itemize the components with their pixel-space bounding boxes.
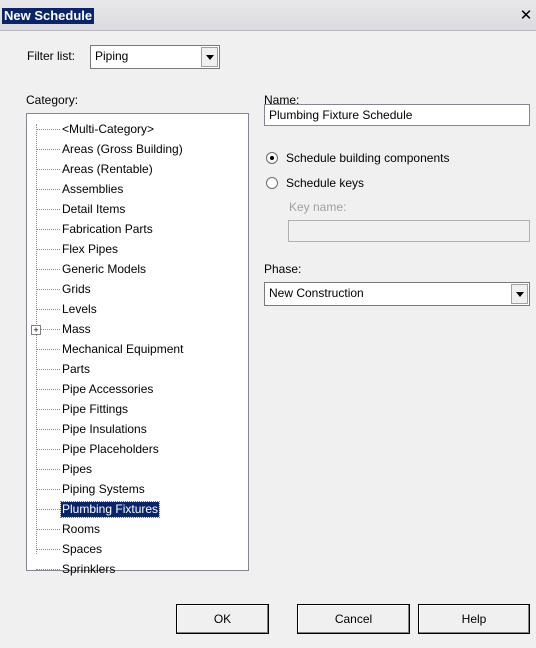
- category-tree[interactable]: <Multi-Category> Areas (Gross Building) Ar…: [26, 113, 249, 576]
- ok-button[interactable]: OK: [176, 604, 269, 634]
- tree-item-label: Generic Models: [62, 262, 147, 276]
- tree-connector: [36, 129, 60, 130]
- tree-item[interactable]: Sprinklers: [27, 560, 247, 580]
- tree-connector: [36, 189, 60, 190]
- tree-connector: [36, 269, 60, 270]
- tree-item[interactable]: Piping Systems: [27, 480, 247, 500]
- schedule-building-components-radio[interactable]: [266, 152, 278, 164]
- tree-item[interactable]: Assemblies: [27, 180, 247, 200]
- tree-connector: [36, 449, 60, 450]
- tree-item[interactable]: Levels: [27, 300, 247, 320]
- tree-connector: [36, 249, 60, 250]
- tree-item[interactable]: Parts: [27, 360, 247, 380]
- tree-item-label: Pipe Placeholders: [62, 442, 159, 456]
- tree-connector: [36, 489, 60, 490]
- tree-item-label: Assemblies: [62, 182, 124, 196]
- tree-item-label: Parts: [62, 362, 91, 376]
- filter-list-label: Filter list:: [27, 49, 75, 63]
- tree-item-label: Rooms: [62, 522, 101, 536]
- tree-connector: [36, 389, 60, 390]
- tree-item-label: Flex Pipes: [62, 242, 119, 256]
- cancel-button[interactable]: Cancel: [297, 604, 410, 634]
- tree-connector: [36, 149, 60, 150]
- title-bar: New Schedule ✕: [0, 0, 536, 31]
- tree-item-label: Areas (Gross Building): [62, 142, 183, 156]
- chevron-down-icon[interactable]: [511, 284, 528, 304]
- tree-item[interactable]: Pipe Fittings: [27, 400, 247, 420]
- phase-dropdown[interactable]: New Construction: [264, 282, 530, 306]
- tree-item-label: Piping Systems: [62, 482, 145, 496]
- tree-connector: [36, 569, 60, 570]
- filter-list-dropdown[interactable]: Piping: [90, 45, 220, 69]
- filter-list-value: Piping: [95, 49, 129, 63]
- tree-item-label: Mechanical Equipment: [62, 342, 184, 356]
- tree-item-label: Plumbing Fixtures: [59, 501, 161, 518]
- schedule-keys-label[interactable]: Schedule keys: [286, 176, 364, 190]
- tree-item[interactable]: Fabrication Parts: [27, 220, 247, 240]
- tree-item[interactable]: Pipes: [27, 460, 247, 480]
- tree-item-label: Detail Items: [62, 202, 126, 216]
- tree-connector: [36, 429, 60, 430]
- tree-item[interactable]: Generic Models: [27, 260, 247, 280]
- tree-item-label: Levels: [62, 302, 97, 316]
- chevron-down-icon[interactable]: [201, 47, 218, 67]
- tree-connector: [36, 469, 60, 470]
- tree-item[interactable]: Detail Items: [27, 200, 247, 220]
- tree-connector: [36, 369, 60, 370]
- tree-item-label: Pipe Insulations: [62, 422, 147, 436]
- window-title: New Schedule: [2, 8, 95, 24]
- tree-item[interactable]: Areas (Rentable): [27, 160, 247, 180]
- tree-item-label: Areas (Rentable): [62, 162, 153, 176]
- tree-connector: [36, 549, 60, 550]
- key-name-label: Key name:: [289, 200, 347, 214]
- tree-connector: [36, 289, 60, 290]
- tree-item-label: Pipe Fittings: [62, 402, 129, 416]
- tree-item-label: Grids: [62, 282, 91, 296]
- tree-item-label: Pipe Accessories: [62, 382, 154, 396]
- tree-item[interactable]: <Multi-Category>: [27, 120, 247, 140]
- tree-item-label: Pipes: [62, 462, 93, 476]
- tree-item[interactable]: Spaces: [27, 540, 247, 560]
- tree-item-label: Sprinklers: [62, 562, 116, 576]
- tree-item-label: <Multi-Category>: [62, 122, 155, 136]
- tree-item[interactable]: Rooms: [27, 520, 247, 540]
- tree-item[interactable]: Areas (Gross Building): [27, 140, 247, 160]
- tree-item[interactable]: Pipe Placeholders: [27, 440, 247, 460]
- expand-plus-icon[interactable]: +: [31, 325, 41, 335]
- tree-connector: [36, 409, 60, 410]
- tree-connector: [36, 509, 60, 510]
- help-button[interactable]: Help: [418, 604, 530, 634]
- phase-label: Phase:: [264, 262, 302, 276]
- tree-connector: [36, 209, 60, 210]
- schedule-building-components-label[interactable]: Schedule building components: [286, 151, 449, 165]
- tree-item[interactable]: + Mass: [27, 320, 247, 340]
- category-label: Category:: [26, 93, 79, 107]
- tree-connector: [36, 229, 60, 230]
- tree-item[interactable]: Pipe Insulations: [27, 420, 247, 440]
- tree-connector: [36, 529, 60, 530]
- schedule-keys-radio[interactable]: [266, 177, 278, 189]
- tree-item[interactable]: Grids: [27, 280, 247, 300]
- key-name-input: [288, 220, 530, 242]
- tree-item-label: Mass: [62, 322, 91, 336]
- tree-connector: [36, 349, 60, 350]
- tree-item[interactable]: Mechanical Equipment: [27, 340, 247, 360]
- schedule-name-input[interactable]: Plumbing Fixture Schedule: [264, 104, 530, 126]
- phase-value: New Construction: [269, 286, 364, 300]
- tree-connector: [36, 309, 60, 310]
- tree-item-label: Spaces: [62, 542, 103, 556]
- tree-item[interactable]: Plumbing Fixtures: [27, 500, 247, 520]
- tree-item[interactable]: Flex Pipes: [27, 240, 247, 260]
- tree-item[interactable]: Pipe Accessories: [27, 380, 247, 400]
- close-icon[interactable]: ✕: [518, 8, 534, 24]
- tree-item-label: Fabrication Parts: [62, 222, 153, 236]
- schedule-name-value: Plumbing Fixture Schedule: [269, 108, 413, 122]
- tree-connector: [36, 169, 60, 170]
